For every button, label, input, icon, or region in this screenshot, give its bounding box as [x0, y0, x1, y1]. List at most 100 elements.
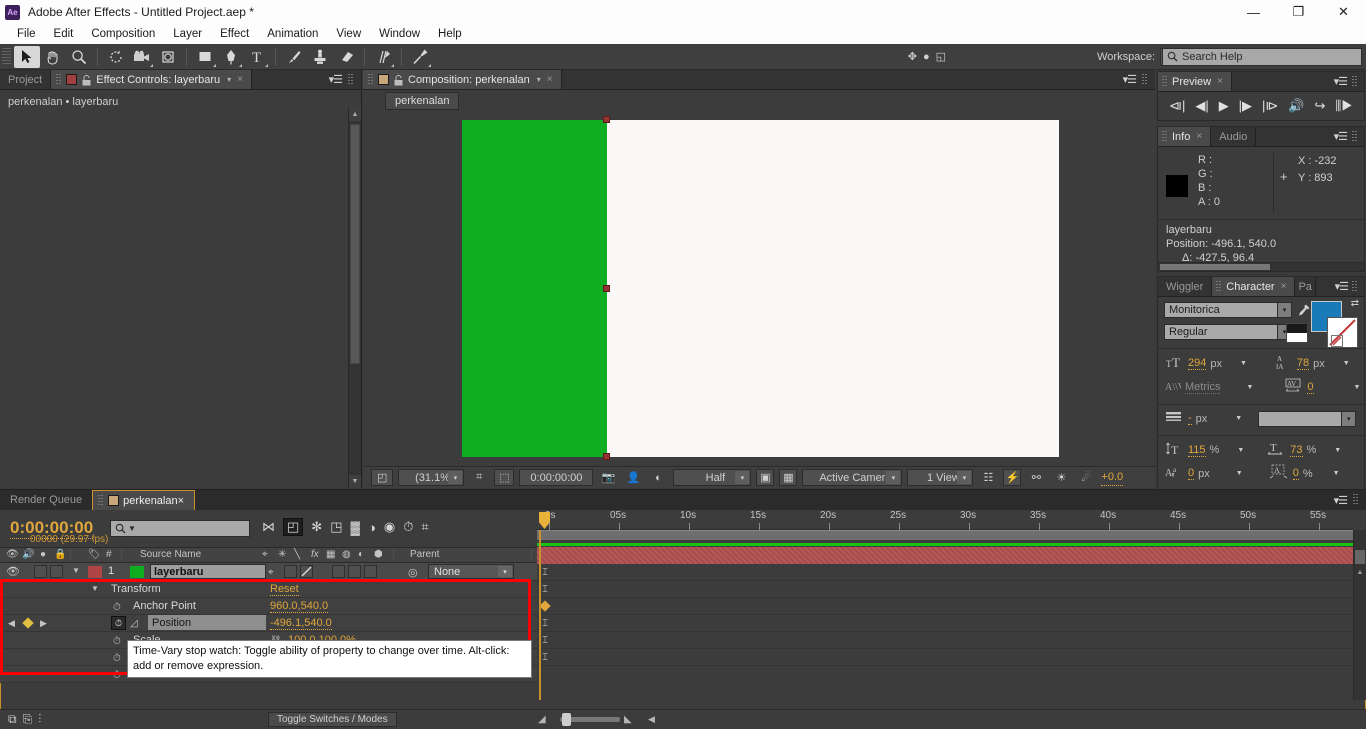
local-axis-mode-icon[interactable]: ✥ [908, 48, 917, 65]
tab-render-queue[interactable]: Render Queue [0, 490, 92, 510]
work-area-bar[interactable] [537, 530, 1353, 540]
close-icon[interactable]: × [547, 74, 553, 85]
panel-grip-icon[interactable] [1352, 72, 1364, 91]
property-value[interactable]: -496.1,540.0 [270, 617, 332, 630]
tracking-chevron-icon[interactable]: ▼ [1354, 384, 1361, 391]
table-row[interactable]: 👁 ▼ 1 layerbaru ⌖ ◎ None ▾ [0, 563, 537, 581]
panel-grip-icon[interactable] [1352, 127, 1364, 146]
search-help-input[interactable]: Search Help [1162, 47, 1362, 66]
chevron-down-icon[interactable]: ▾ [498, 566, 512, 577]
chevron-down-icon[interactable]: ▼ [128, 524, 136, 533]
green-layer-rect[interactable] [462, 120, 607, 457]
tracking-value[interactable]: 0 [1307, 381, 1314, 394]
adjustment-icon[interactable]: ◐ [358, 549, 364, 560]
tab-audio[interactable]: Audio [1211, 127, 1257, 146]
tab-project[interactable]: Project [0, 70, 52, 89]
brainstorm-icon[interactable]: ◑ [368, 520, 376, 535]
tab-grip-icon[interactable] [1162, 130, 1168, 143]
kerning-chevron-icon[interactable]: ▼ [1246, 384, 1253, 391]
chevron-down-icon[interactable]: ▾ [1277, 303, 1291, 317]
tab-info[interactable]: Info × [1158, 127, 1212, 146]
take-snapshot-icon[interactable]: 📷 [598, 469, 618, 486]
draft-3d-icon[interactable]: ◰ [283, 518, 304, 536]
toggle-switches-modes-expand-icon[interactable]: ⧉ [8, 712, 17, 727]
time-ruler[interactable]: 0s 05s 10s 15s 20s 25s 30s 35s 40s 45s 5… [537, 510, 1353, 530]
lock-icon[interactable] [393, 74, 403, 86]
show-snapshot-icon[interactable]: 👤 [623, 469, 643, 486]
previous-frame-button[interactable]: ◀| [1195, 98, 1208, 114]
close-button[interactable]: ✕ [1321, 0, 1366, 24]
zoom-tool-icon[interactable] [66, 46, 92, 68]
chevron-down-icon[interactable]: ▾ [1341, 411, 1356, 426]
menu-animation[interactable]: Animation [258, 26, 327, 42]
playhead-line[interactable] [539, 530, 541, 700]
layer-collapse-toggle[interactable] [284, 565, 297, 578]
track-row-anchor-point[interactable]: ⌶ [537, 581, 1353, 598]
leading-value[interactable]: 78 [1296, 357, 1310, 370]
property-name[interactable]: Position [148, 615, 266, 630]
rotation-tool-icon[interactable] [103, 46, 129, 68]
chevron-down-icon[interactable]: ▾ [886, 471, 901, 484]
solo-icon[interactable]: ● [40, 549, 46, 560]
no-fill-icon[interactable] [1331, 335, 1343, 347]
timeline-vertical-scrollbar[interactable]: ▲ [1353, 530, 1366, 700]
motion-blur-icon[interactable]: ◍ [342, 549, 351, 560]
menu-view[interactable]: View [327, 26, 370, 42]
track-row-opacity[interactable]: ⌶ [537, 649, 1353, 666]
menu-file[interactable]: File [8, 26, 45, 42]
panel-menu-icon[interactable]: ▾☰ [1330, 277, 1352, 296]
default-fill-stroke-icon[interactable] [1286, 323, 1308, 343]
panel-menu-icon[interactable]: ▾☰ [1328, 72, 1352, 91]
minimize-button[interactable]: — [1231, 0, 1276, 24]
frame-blend-icon[interactable]: ▦ [326, 549, 335, 560]
timeline-zoom-slider[interactable] [560, 713, 620, 726]
comp-flowchart-footer-icon[interactable]: ⎘ [23, 712, 33, 727]
always-preview-icon[interactable]: ◰ [371, 469, 394, 486]
tab-grip-icon[interactable] [368, 73, 374, 86]
lock-icon[interactable] [81, 74, 91, 86]
timeline-icon[interactable]: ☷ [978, 469, 998, 486]
scroll-thumb[interactable] [1160, 264, 1270, 270]
effects-icon[interactable]: fx [311, 549, 319, 560]
previous-keyframe-arrow-icon[interactable]: ◀ [8, 618, 15, 629]
render-settings-icon[interactable]: ⫶ [38, 712, 41, 727]
next-frame-button[interactable]: |▶ [1239, 98, 1252, 114]
composition-canvas[interactable] [396, 116, 1059, 460]
close-icon[interactable]: × [1196, 131, 1202, 142]
tsume-chevron-icon[interactable]: ▼ [1333, 470, 1340, 477]
close-icon[interactable]: × [1281, 281, 1287, 292]
stroke-style-select[interactable]: ▾ [1258, 410, 1357, 427]
layer-solo-toggle[interactable] [34, 565, 47, 578]
type-tool-icon[interactable]: T [244, 46, 270, 68]
stopwatch-icon[interactable]: ⏱ [113, 653, 121, 664]
layer-label-color[interactable] [88, 566, 102, 578]
maximize-button[interactable]: ❐ [1276, 0, 1321, 24]
layer-quality-toggle[interactable] [300, 565, 313, 578]
last-frame-button[interactable]: |⧐ [1262, 98, 1278, 114]
tab-character[interactable]: Character × [1212, 277, 1296, 296]
next-keyframe-arrow-icon[interactable]: ▶ [40, 618, 47, 629]
menu-layer[interactable]: Layer [164, 26, 211, 42]
kerning-value[interactable]: Metrics [1185, 381, 1221, 394]
scroll-left-icon[interactable]: ◀ [648, 714, 655, 725]
motion-sketch-icon[interactable]: ⏱ [403, 519, 413, 535]
audio-icon[interactable]: 🔊 [22, 549, 34, 560]
toggle-switches-modes-button[interactable]: Toggle Switches / Modes [268, 712, 397, 727]
tab-timeline-perkenalan[interactable]: perkenalan × [92, 490, 196, 510]
vertical-scale-chevron-icon[interactable]: ▼ [1237, 447, 1244, 454]
clone-stamp-tool-icon[interactable] [307, 46, 333, 68]
play-button[interactable]: ▶ [1219, 98, 1229, 114]
scroll-thumb[interactable] [1355, 550, 1365, 564]
composition-mini-flowchart-icon[interactable]: ⋈ [262, 519, 275, 535]
close-icon[interactable]: × [178, 495, 184, 507]
eye-icon[interactable]: 👁 [6, 549, 19, 560]
panel-menu-icon[interactable]: ▾☰ [1327, 490, 1353, 510]
exposure-value[interactable]: +0.0 [1101, 469, 1124, 486]
chevron-down-icon[interactable]: ▾ [537, 75, 541, 84]
swap-fill-stroke-icon[interactable]: ⇄ [1351, 298, 1359, 309]
font-family-select[interactable]: Monitorica ▾ [1164, 302, 1292, 318]
views-select[interactable]: 1 View ▾ [907, 469, 974, 486]
horizontal-scale-chevron-icon[interactable]: ▼ [1334, 447, 1341, 454]
hide-shy-layers-icon[interactable]: ✻ [311, 519, 322, 535]
list-item[interactable]: ▼ Transform Reset [0, 581, 537, 598]
